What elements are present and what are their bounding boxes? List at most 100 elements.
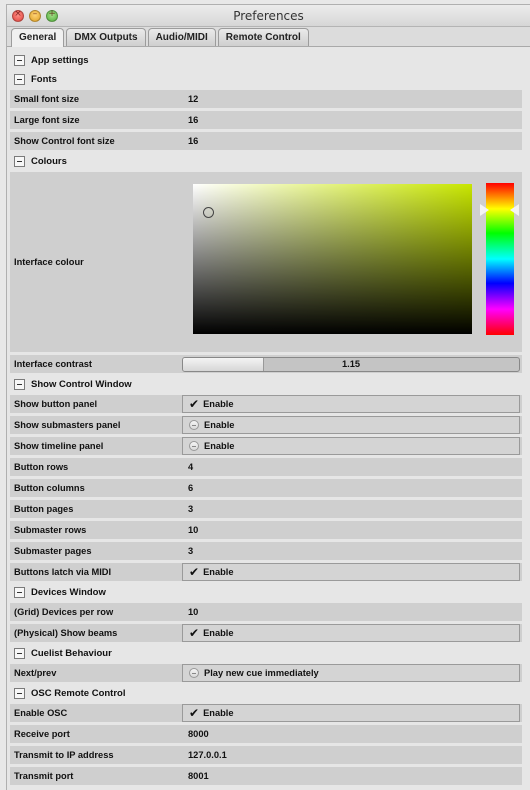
- collapse-icon[interactable]: [14, 54, 25, 66]
- setting-row-large-font-size: Large font size 16: [10, 111, 522, 129]
- setting-row-next-prev: Next/prev Play new cue immediately: [10, 664, 522, 682]
- saturation-value-field[interactable]: [193, 184, 472, 334]
- tab-audio-midi[interactable]: Audio/MIDI: [147, 28, 216, 46]
- button-rows-field[interactable]: 4: [182, 458, 522, 476]
- setting-row-show-button-panel: Show button panel ✔ Enable: [10, 395, 522, 413]
- setting-label: Interface contrast: [14, 359, 93, 369]
- button-pages-field[interactable]: 3: [182, 500, 522, 518]
- setting-label: Interface colour: [14, 257, 84, 267]
- setting-label: Show Control font size: [14, 136, 115, 146]
- setting-label: Show button panel: [14, 399, 98, 409]
- setting-row-receive-port: Receive port 8000: [10, 725, 522, 743]
- setting-label: Show timeline panel: [14, 441, 104, 451]
- section-title: OSC Remote Control: [31, 687, 126, 699]
- setting-label: (Grid) Devices per row: [14, 607, 114, 617]
- collapse-icon[interactable]: [14, 586, 25, 598]
- checkbox-label: Enable: [204, 420, 235, 430]
- settings-tree: App settings Fonts Small font size 12 La…: [10, 52, 522, 788]
- setting-row-button-columns: Button columns 6: [10, 479, 522, 497]
- checkbox-label: Enable: [203, 708, 234, 718]
- section-colours[interactable]: Colours: [10, 153, 522, 169]
- section-app-settings[interactable]: App settings: [10, 52, 522, 68]
- transmit-port-field[interactable]: 8001: [182, 767, 522, 785]
- section-title: Fonts: [31, 73, 57, 85]
- setting-row-button-rows: Button rows 4: [10, 458, 522, 476]
- collapse-icon[interactable]: [14, 73, 25, 85]
- setting-row-devices-per-row: (Grid) Devices per row 10: [10, 603, 522, 621]
- setting-label: Transmit to IP address: [14, 750, 114, 760]
- unchecked-icon: [189, 668, 199, 678]
- section-devices-window[interactable]: Devices Window: [10, 584, 522, 600]
- checkmark-icon: ✔: [189, 565, 200, 579]
- show-timeline-panel-checkbox[interactable]: Enable: [182, 437, 520, 455]
- setting-label: (Physical) Show beams: [14, 628, 118, 638]
- setting-label: Receive port: [14, 729, 70, 739]
- setting-row-show-timeline-panel: Show timeline panel Enable: [10, 437, 522, 455]
- setting-row-interface-contrast: Interface contrast 1.15: [10, 355, 522, 373]
- setting-row-show-control-font-size: Show Control font size 16: [10, 132, 522, 150]
- buttons-latch-midi-checkbox[interactable]: ✔ Enable: [182, 563, 520, 581]
- setting-row-submaster-pages: Submaster pages 3: [10, 542, 522, 560]
- receive-port-field[interactable]: 8000: [182, 725, 522, 743]
- transmit-ip-field[interactable]: 127.0.0.1: [182, 746, 522, 764]
- setting-label: Next/prev: [14, 668, 57, 678]
- tab-remote-control[interactable]: Remote Control: [217, 28, 309, 46]
- section-title: Cuelist Behaviour: [31, 647, 112, 659]
- collapse-icon[interactable]: [14, 155, 25, 167]
- option-label: Play new cue immediately: [204, 668, 319, 678]
- section-osc-remote-control[interactable]: OSC Remote Control: [10, 685, 522, 701]
- unchecked-icon: [189, 441, 199, 451]
- collapse-icon[interactable]: [14, 647, 25, 659]
- checkbox-label: Enable: [204, 441, 235, 451]
- collapse-icon[interactable]: [14, 378, 25, 390]
- section-fonts[interactable]: Fonts: [10, 71, 522, 87]
- title-bar: × – + Preferences: [7, 5, 530, 27]
- unchecked-icon: [189, 420, 199, 430]
- window-title: Preferences: [233, 9, 304, 23]
- setting-label: Button columns: [14, 483, 85, 493]
- setting-label: Large font size: [14, 115, 80, 125]
- checkbox-label: Enable: [203, 628, 234, 638]
- hue-marker-right-icon[interactable]: [510, 204, 519, 216]
- next-prev-option[interactable]: Play new cue immediately: [182, 664, 520, 682]
- setting-row-submaster-rows: Submaster rows 10: [10, 521, 522, 539]
- hue-marker-left-icon[interactable]: [480, 204, 489, 216]
- section-show-control-window[interactable]: Show Control Window: [10, 376, 522, 392]
- setting-label: Submaster pages: [14, 546, 92, 556]
- checkmark-icon: ✔: [189, 706, 200, 720]
- setting-row-transmit-port: Transmit port 8001: [10, 767, 522, 785]
- show-control-font-size-field[interactable]: 16: [182, 132, 522, 150]
- setting-label: Submaster rows: [14, 525, 87, 535]
- section-cuelist-behaviour[interactable]: Cuelist Behaviour: [10, 645, 522, 661]
- enable-osc-checkbox[interactable]: ✔ Enable: [182, 704, 520, 722]
- setting-row-small-font-size: Small font size 12: [10, 90, 522, 108]
- checkmark-icon: ✔: [189, 626, 200, 640]
- large-font-size-field[interactable]: 16: [182, 111, 522, 129]
- slider-fill: [183, 357, 264, 371]
- checkmark-icon: ✔: [189, 397, 200, 411]
- setting-row-show-beams: (Physical) Show beams ✔ Enable: [10, 624, 522, 642]
- section-title: Show Control Window: [31, 378, 132, 390]
- tab-general[interactable]: General: [11, 28, 65, 47]
- setting-row-buttons-latch-midi: Buttons latch via MIDI ✔ Enable: [10, 563, 522, 581]
- collapse-icon[interactable]: [14, 687, 25, 699]
- submaster-rows-field[interactable]: 10: [182, 521, 522, 539]
- interface-contrast-slider[interactable]: 1.15: [182, 356, 520, 372]
- tab-bar: General DMX Outputs Audio/MIDI Remote Co…: [7, 27, 530, 47]
- devices-per-row-field[interactable]: 10: [182, 603, 522, 621]
- setting-row-enable-osc: Enable OSC ✔ Enable: [10, 704, 522, 722]
- colour-picker: [182, 172, 522, 352]
- colour-picker-handle[interactable]: [203, 207, 214, 218]
- setting-label: Transmit port: [14, 771, 74, 781]
- setting-label: Enable OSC: [14, 708, 68, 718]
- setting-row-show-submasters-panel: Show submasters panel Enable: [10, 416, 522, 434]
- checkbox-label: Enable: [203, 399, 234, 409]
- show-beams-checkbox[interactable]: ✔ Enable: [182, 624, 520, 642]
- small-font-size-field[interactable]: 12: [182, 90, 522, 108]
- button-columns-field[interactable]: 6: [182, 479, 522, 497]
- setting-label: Buttons latch via MIDI: [14, 567, 112, 577]
- show-button-panel-checkbox[interactable]: ✔ Enable: [182, 395, 520, 413]
- tab-dmx-outputs[interactable]: DMX Outputs: [66, 28, 146, 46]
- submaster-pages-field[interactable]: 3: [182, 542, 522, 560]
- show-submasters-panel-checkbox[interactable]: Enable: [182, 416, 520, 434]
